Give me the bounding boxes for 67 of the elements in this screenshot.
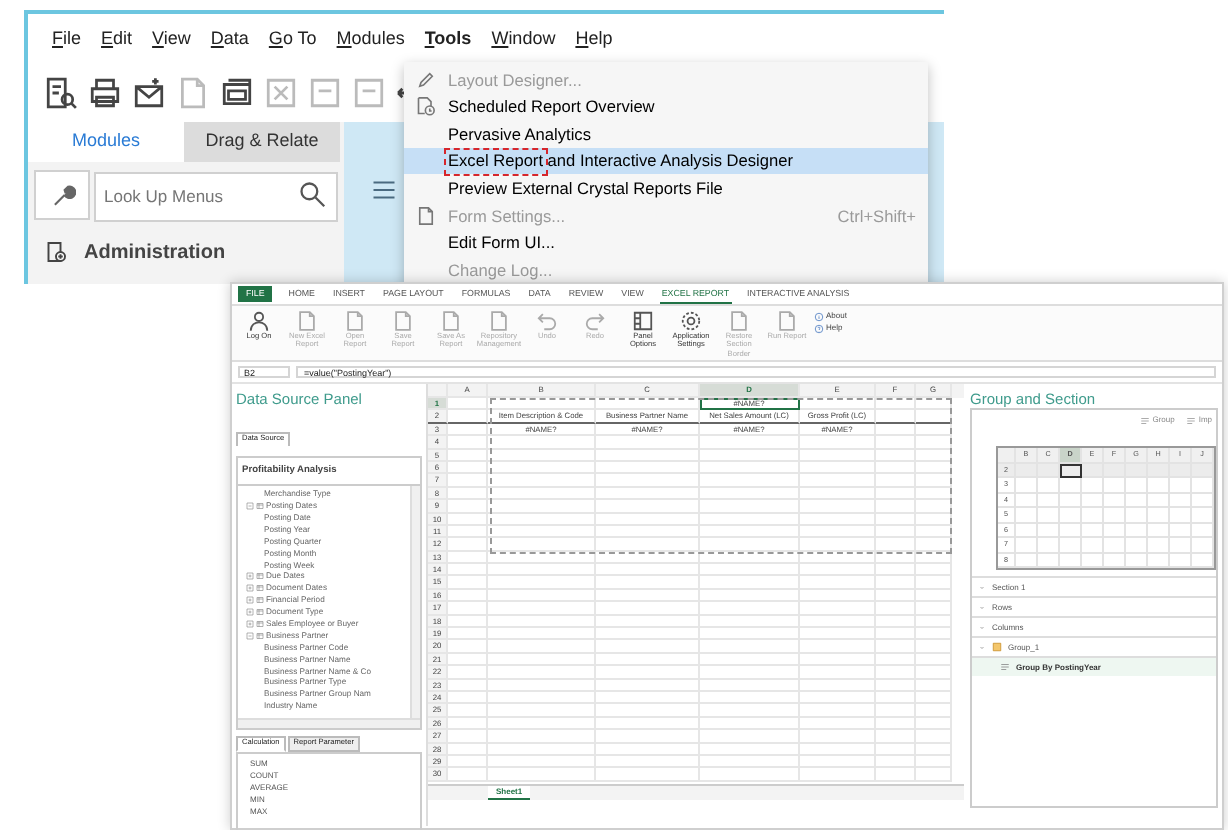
menu-item[interactable]: Excel Report and Interactive Analysis Designer — [404, 147, 928, 175]
wrench-button[interactable] — [34, 170, 90, 220]
table-icon — [256, 596, 264, 605]
folder-icon — [992, 642, 1002, 652]
close-box-icon[interactable] — [264, 75, 298, 109]
menu-item[interactable]: Go To — [268, 26, 317, 62]
menu-item[interactable]: Scheduled Report Overview — [404, 93, 928, 121]
person-icon — [248, 310, 270, 332]
document-icon — [728, 310, 750, 332]
document-icon — [776, 310, 798, 332]
document-gear-icon — [44, 240, 68, 264]
document-icon — [440, 310, 462, 332]
scrollbar[interactable] — [238, 718, 420, 729]
document-icon — [416, 205, 436, 226]
menu-item[interactable]: Modules — [336, 26, 405, 62]
menu-item[interactable]: Preview External Crystal Reports File — [404, 174, 928, 202]
menu-item[interactable]: File — [52, 26, 82, 62]
menu-item[interactable]: Window — [491, 26, 556, 62]
minus-box-icon[interactable] — [246, 631, 254, 640]
menu-item[interactable]: Help — [575, 26, 613, 62]
menu-item[interactable]: Pervasive Analytics — [404, 120, 928, 148]
document-icon — [488, 310, 510, 332]
square-icon[interactable] — [352, 75, 386, 109]
menu-icon[interactable] — [372, 177, 396, 202]
document-icon[interactable] — [176, 75, 210, 109]
envelope-icon[interactable] — [132, 75, 166, 109]
help-icon — [814, 323, 824, 333]
plus-box-icon[interactable] — [246, 596, 254, 605]
plus-box-icon[interactable] — [246, 608, 254, 617]
sidebar-item[interactable]: Administration — [84, 237, 226, 267]
table-icon — [256, 631, 264, 640]
document-icon — [344, 310, 366, 332]
menu-item[interactable]: Edit — [101, 26, 133, 62]
plus-box-icon[interactable] — [246, 619, 254, 628]
menu-item[interactable]: Edit Form UI... — [404, 229, 928, 257]
layers-icon — [1186, 415, 1197, 425]
layers-icon — [1000, 662, 1010, 672]
undo-icon — [536, 310, 558, 332]
document-icon — [296, 310, 318, 332]
table-icon — [256, 502, 264, 511]
redo-icon — [584, 310, 606, 332]
menu-item[interactable]: Data — [210, 26, 249, 62]
window-stack-icon[interactable] — [220, 75, 254, 109]
printer-icon[interactable] — [88, 75, 122, 109]
search-field[interactable]: Look Up Menus — [94, 171, 338, 221]
sidebar-tab[interactable]: Drag & Relate — [184, 122, 340, 162]
square-icon[interactable] — [308, 75, 342, 109]
scrollbar[interactable] — [410, 486, 420, 721]
document-search-icon[interactable] — [44, 75, 78, 109]
plus-box-icon[interactable] — [246, 584, 254, 593]
table-icon — [256, 584, 264, 593]
minus-box-icon[interactable] — [246, 502, 254, 511]
menu-item[interactable]: Tools — [424, 26, 472, 62]
shortcut-text: Ctrl+Shift+ — [837, 203, 916, 228]
pencil-icon — [416, 69, 436, 90]
plus-box-icon[interactable] — [246, 572, 254, 581]
panel-icon — [632, 310, 654, 332]
info-icon — [814, 311, 824, 321]
document-clock-icon — [416, 96, 436, 117]
document-icon — [392, 310, 414, 332]
selected-cell[interactable] — [1060, 463, 1082, 478]
layers-icon — [1140, 415, 1151, 425]
gear-icon — [680, 310, 702, 332]
table-icon — [256, 572, 264, 581]
menu-item[interactable]: View — [152, 26, 191, 62]
search-icon[interactable] — [298, 180, 326, 208]
sidebar-tab[interactable]: Modules — [28, 122, 184, 162]
